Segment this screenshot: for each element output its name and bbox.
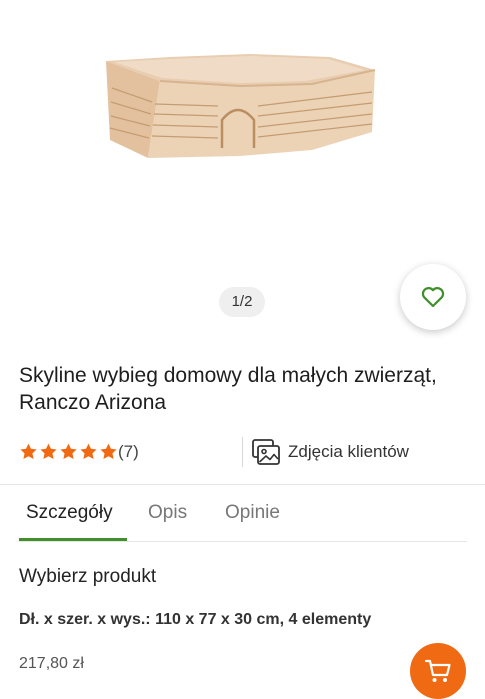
product-title: Skyline wybieg domowy dla małych zwierzą… [19, 364, 437, 414]
product-image-gallery[interactable]: 1/2 [0, 0, 485, 340]
variant-option[interactable]: Dł. x szer. x wys.: 110 x 77 x 30 cm, 4 … [19, 611, 371, 629]
customer-photos-label: Zdjęcia klientów [288, 442, 409, 461]
product-image[interactable] [100, 48, 385, 168]
tab-reviews[interactable]: Opinie [225, 502, 280, 524]
variant-price: 217,80 zł [19, 655, 84, 672]
gallery-pager: 1/2 [219, 287, 265, 317]
star-icon [100, 443, 117, 460]
favorite-button[interactable] [400, 264, 466, 330]
star-icon [60, 443, 77, 460]
choose-product-label: Wybierz produkt [19, 566, 157, 587]
review-count[interactable]: (7) [118, 442, 139, 462]
shopping-cart-icon [424, 659, 451, 682]
rating-row: (7) Zdjęcia klientów [19, 437, 469, 467]
tabs-divider [19, 541, 467, 542]
divider [242, 437, 243, 467]
customer-photos-link[interactable]: Zdjęcia klientów [252, 437, 409, 467]
star-rating[interactable] [19, 442, 118, 461]
image-gallery-icon [252, 439, 280, 465]
star-icon [40, 443, 57, 460]
star-icon [80, 443, 97, 460]
product-tabs: Szczegóły Opis Opinie [19, 496, 467, 542]
tab-details[interactable]: Szczegóły [26, 502, 113, 524]
tab-description[interactable]: Opis [148, 502, 187, 524]
section-divider [0, 484, 485, 485]
heart-outline-icon [421, 287, 445, 308]
add-to-cart-button[interactable] [410, 643, 466, 699]
star-icon [20, 443, 37, 460]
